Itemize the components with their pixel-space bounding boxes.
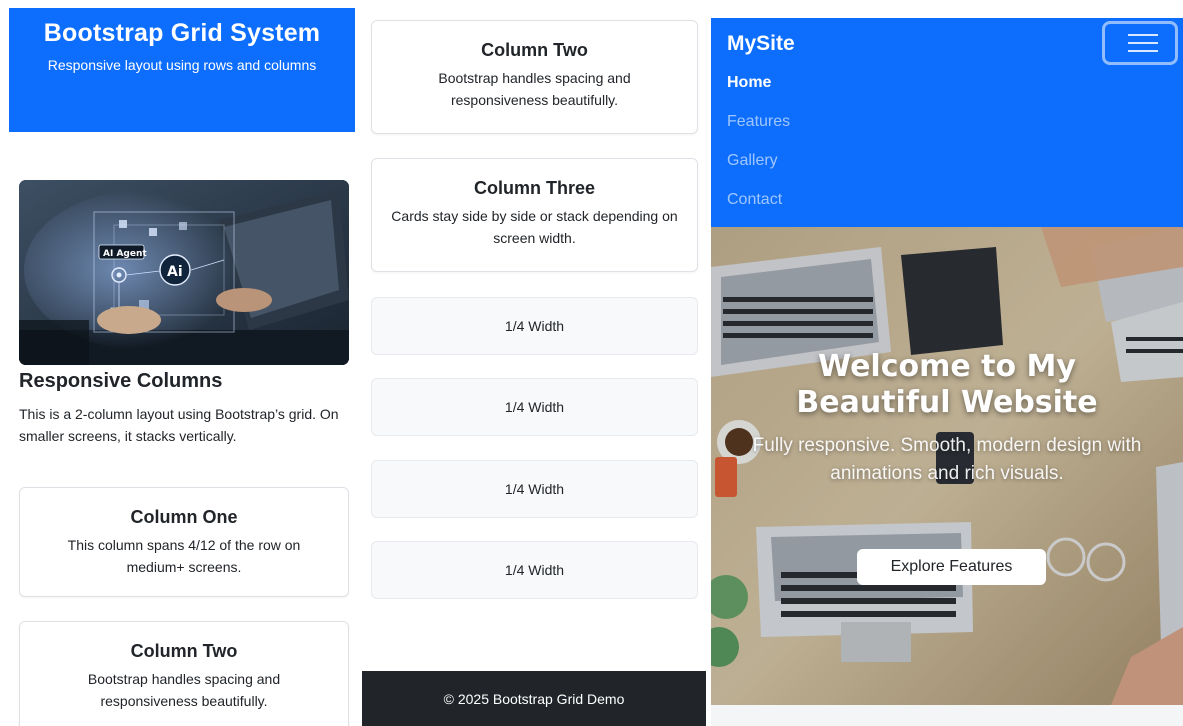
explore-features-button[interactable]: Explore Features (857, 549, 1046, 585)
ai-agent-image: AI Agent Ai (19, 180, 349, 365)
card-column-one: Column One This column spans 4/12 of the… (19, 487, 349, 597)
nav-link-home[interactable]: Home (727, 74, 771, 92)
card-text: This column spans 4/12 of the row on med… (67, 537, 301, 575)
card-column-three: Column Three Cards stay side by side or … (371, 158, 698, 272)
section-title: Responsive Columns (19, 370, 223, 392)
page-title: Bootstrap Grid System (43, 19, 321, 47)
ai-agent-label: AI Agent (103, 249, 147, 259)
hero-title-line-1: Welcome to My (818, 349, 1076, 384)
nav-link-features[interactable]: Features (727, 113, 790, 131)
hero-section: Welcome to My Beautiful Website Fully re… (711, 227, 1183, 705)
hamburger-icon (1128, 42, 1158, 44)
grid-demo-page-middle: Column Two Bootstrap handles spacing and… (362, 0, 706, 726)
hero-title: Welcome to My Beautiful Website (711, 349, 1183, 421)
card-text: Bootstrap handles spacing and responsive… (438, 70, 631, 108)
card-title: Column Three (473, 178, 595, 198)
card-title: Column Two (130, 641, 238, 661)
hero-subtitle: Fully responsive. Smooth, modern design … (752, 435, 1142, 484)
ai-chip-label: Ai (167, 264, 183, 280)
card-title: Column One (130, 507, 238, 527)
quarter-width-box: 1/4 Width (371, 297, 698, 355)
card-text: Cards stay side by side or stack dependi… (391, 208, 678, 246)
footer-text: © 2025 Bootstrap Grid Demo (443, 690, 625, 707)
hamburger-icon (1128, 34, 1158, 36)
section-description: This is a 2-column layout using Bootstra… (19, 406, 339, 444)
hamburger-icon (1128, 50, 1158, 52)
quarter-width-box: 1/4 Width (371, 541, 698, 599)
quarter-width-box: 1/4 Width (371, 378, 698, 436)
grid-demo-page-left: Bootstrap Grid System Responsive layout … (0, 0, 357, 726)
page-header: Bootstrap Grid System Responsive layout … (9, 8, 355, 132)
navbar-toggler-button[interactable] (1102, 21, 1178, 65)
card-title: Column Two (481, 40, 588, 60)
mysite-page-right: MySite Home Features Gallery Contact Wel… (711, 18, 1183, 726)
nav-link-gallery[interactable]: Gallery (727, 152, 778, 170)
nav-link-contact[interactable]: Contact (727, 191, 782, 209)
ai-agent-illustration: AI Agent Ai (19, 180, 349, 365)
page-footer: © 2025 Bootstrap Grid Demo (362, 671, 706, 726)
navbar-brand[interactable]: MySite (727, 32, 795, 56)
quarter-width-box: 1/4 Width (371, 460, 698, 518)
card-column-two: Column Two Bootstrap handles spacing and… (371, 20, 698, 134)
hero-title-line-2: Beautiful Website (796, 385, 1098, 420)
navbar: MySite Home Features Gallery Contact (711, 18, 1183, 227)
page-subtitle: Responsive layout using rows and columns (47, 57, 317, 73)
card-column-two: Column Two Bootstrap handles spacing and… (19, 621, 349, 726)
card-text: Bootstrap handles spacing and responsive… (87, 671, 281, 709)
